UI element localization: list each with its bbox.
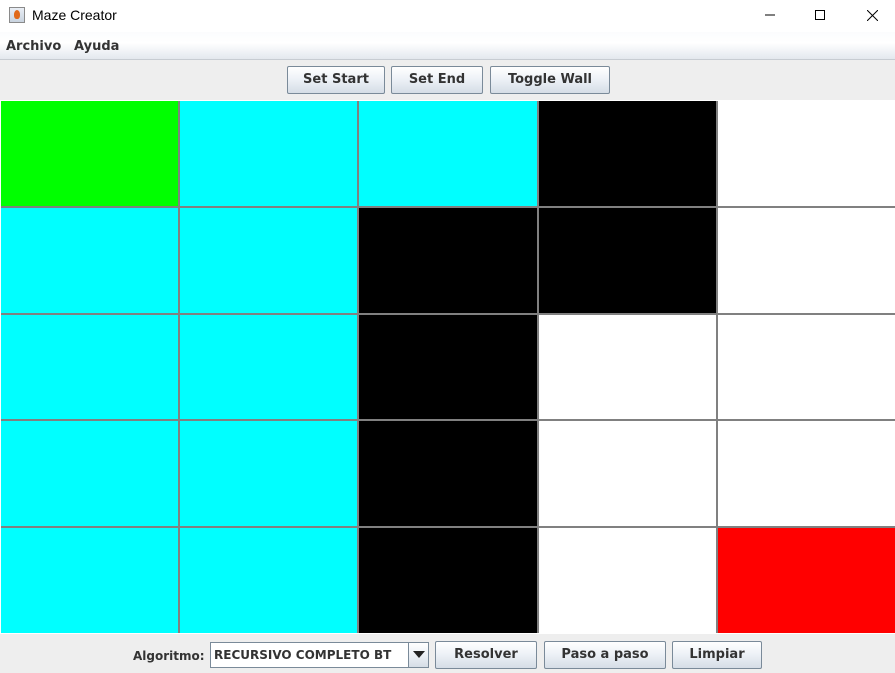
set-end-button[interactable]: Set End [391, 66, 483, 94]
algorithm-label: Algoritmo: [133, 649, 205, 663]
toolbar: Set Start Set End Toggle Wall [0, 60, 895, 100]
maze-cell-wall[interactable] [359, 207, 537, 313]
menu-ayuda[interactable]: Ayuda [74, 39, 119, 54]
maze-cell-visited[interactable] [180, 314, 358, 420]
solve-button[interactable]: Resolver [435, 641, 537, 669]
maze-grid [1, 101, 895, 633]
close-icon [866, 9, 878, 21]
maze-cell-visited[interactable] [180, 528, 358, 633]
maze-cell-empty[interactable] [538, 528, 716, 633]
set-start-button[interactable]: Set Start [287, 66, 385, 94]
title-bar: Maze Creator [0, 0, 895, 32]
minimize-button[interactable] [747, 0, 793, 32]
maze-cell-wall[interactable] [359, 528, 537, 633]
maximize-icon [815, 10, 825, 20]
bottom-bar: Algoritmo: RECURSIVO COMPLETO BT Resolve… [0, 634, 895, 673]
maze-cell-visited[interactable] [180, 207, 358, 313]
maze-cell-empty[interactable] [717, 314, 895, 420]
clear-button[interactable]: Limpiar [672, 641, 762, 669]
algorithm-select[interactable]: RECURSIVO COMPLETO BT [210, 642, 429, 668]
maze-cell-visited[interactable] [180, 101, 358, 206]
maze-cell-visited[interactable] [1, 207, 179, 313]
dropdown-arrow-button[interactable] [408, 643, 428, 667]
maze-cell-wall[interactable] [359, 314, 537, 420]
chevron-down-icon [413, 651, 425, 658]
toggle-wall-button[interactable]: Toggle Wall [490, 66, 610, 94]
window-title: Maze Creator [32, 7, 117, 23]
maze-cell-empty[interactable] [538, 421, 716, 527]
maze-cell-empty[interactable] [717, 421, 895, 527]
maze-cell-wall[interactable] [359, 421, 537, 527]
maze-cell-visited[interactable] [1, 528, 179, 633]
maze-cell-empty[interactable] [717, 207, 895, 313]
maze-cell-wall[interactable] [538, 101, 716, 206]
step-button[interactable]: Paso a paso [544, 641, 666, 669]
close-button[interactable] [849, 0, 895, 32]
maze-cell-visited[interactable] [1, 314, 179, 420]
maze-cell-visited[interactable] [359, 101, 537, 206]
maze-cell-wall[interactable] [538, 207, 716, 313]
menu-archivo[interactable]: Archivo [6, 39, 61, 54]
menu-bar: Archivo Ayuda [0, 32, 895, 60]
maze-cell-empty[interactable] [717, 101, 895, 206]
maze-cell-visited[interactable] [180, 421, 358, 527]
maze-cell-visited[interactable] [1, 421, 179, 527]
maze-cell-start[interactable] [1, 101, 179, 206]
minimize-icon [765, 14, 775, 16]
java-coffee-icon [9, 7, 25, 23]
algorithm-selected-value: RECURSIVO COMPLETO BT [214, 648, 392, 662]
maze-cell-end[interactable] [717, 528, 895, 633]
maximize-button[interactable] [797, 0, 843, 32]
maze-cell-empty[interactable] [538, 314, 716, 420]
